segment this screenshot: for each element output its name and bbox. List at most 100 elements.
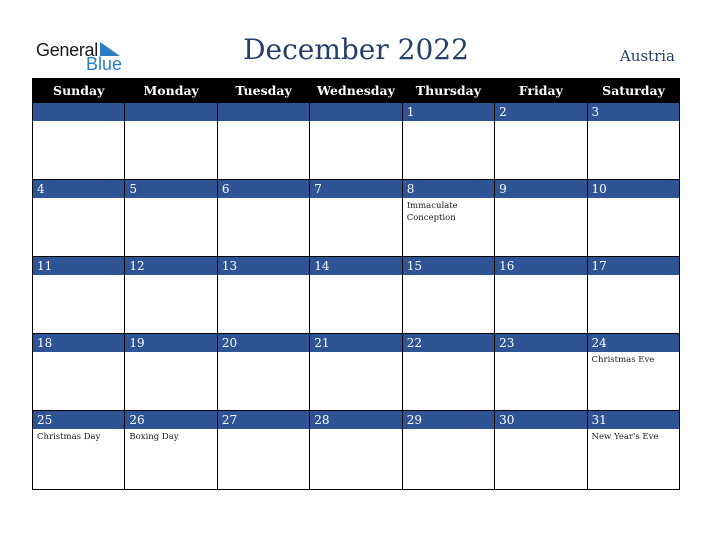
holiday-label xyxy=(218,275,309,279)
day-cell[interactable]: 8 Immaculate Conception xyxy=(401,179,496,257)
holiday-label: New Year's Eve xyxy=(591,432,659,442)
day-number: 12 xyxy=(125,257,217,275)
week-row: 25 Christmas Day 26 Boxing Day 27 28 29 30 31 New… xyxy=(31,410,681,490)
holiday-label xyxy=(33,198,124,202)
holiday-label xyxy=(310,198,401,202)
day-cell[interactable]: 25 Christmas Day xyxy=(31,410,126,490)
day-cell[interactable]: 10 xyxy=(586,179,681,257)
day-number: 17 xyxy=(587,257,679,275)
day-cell[interactable]: 18 xyxy=(31,333,126,411)
country-label: Austria xyxy=(619,47,675,65)
holiday-label xyxy=(403,352,494,356)
holiday-label xyxy=(310,429,401,433)
day-cell[interactable]: 16 xyxy=(494,256,588,334)
day-cell[interactable]: 7 xyxy=(309,179,403,257)
calendar-title: December 2022 xyxy=(243,33,469,66)
day-cell[interactable]: 19 xyxy=(124,333,218,411)
day-number: 9 xyxy=(495,180,587,198)
day-cell[interactable]: 14 xyxy=(309,256,403,334)
day-number: 21 xyxy=(310,334,402,352)
holiday-label xyxy=(218,429,309,433)
calendar-grid: Sunday Monday Tuesday Wednesday Thursday… xyxy=(31,78,681,490)
day-number: 6 xyxy=(217,180,310,198)
day-number: 3 xyxy=(587,103,679,121)
weekday-header: Tuesday xyxy=(216,78,310,103)
day-cell[interactable]: 4 xyxy=(31,179,126,257)
day-number: 13 xyxy=(217,257,310,275)
day-number: 15 xyxy=(402,257,495,275)
day-number: 14 xyxy=(310,257,402,275)
week-row: 4 5 6 7 8 Immaculate Conception 9 10 xyxy=(31,179,681,257)
weekday-header: Friday xyxy=(494,78,588,103)
day-number: 19 xyxy=(125,334,217,352)
day-number: 18 xyxy=(33,334,125,352)
holiday-label xyxy=(310,121,401,125)
day-cell[interactable]: 12 xyxy=(124,256,218,334)
holiday-label xyxy=(125,198,216,202)
day-cell[interactable]: 28 xyxy=(309,410,403,490)
day-cell[interactable]: 3 xyxy=(586,102,681,180)
day-number: 27 xyxy=(217,411,310,429)
holiday-label xyxy=(495,121,586,125)
weekday-header-row: Sunday Monday Tuesday Wednesday Thursday… xyxy=(31,78,680,103)
day-cell[interactable]: 6 xyxy=(216,179,311,257)
weekday-header: Monday xyxy=(124,78,218,103)
holiday-label xyxy=(33,352,124,356)
holiday-label xyxy=(125,275,216,279)
day-cell[interactable]: 31 New Year's Eve xyxy=(586,410,681,490)
holiday-label xyxy=(310,275,401,279)
day-cell[interactable]: 20 xyxy=(216,333,311,411)
weekday-header: Sunday xyxy=(31,78,125,103)
holiday-label: Christmas Eve xyxy=(591,355,655,365)
day-cell[interactable]: 21 xyxy=(309,333,403,411)
day-number xyxy=(125,103,217,121)
holiday-label xyxy=(588,275,679,279)
holiday-label xyxy=(403,429,494,433)
day-cell[interactable]: 24 Christmas Eve xyxy=(586,333,681,411)
day-cell[interactable]: 1 xyxy=(401,102,496,180)
day-number: 22 xyxy=(402,334,495,352)
week-row: 18 19 20 21 22 23 24 Christmas Eve xyxy=(31,333,681,411)
day-cell[interactable] xyxy=(216,102,311,180)
day-cell[interactable]: 11 xyxy=(31,256,126,334)
day-number: 31 xyxy=(587,411,679,429)
holiday-label xyxy=(495,275,586,279)
holiday-label xyxy=(495,352,586,356)
weekday-header: Saturday xyxy=(586,78,680,103)
holiday-label xyxy=(310,352,401,356)
weekday-header: Thursday xyxy=(401,78,495,103)
holiday-label xyxy=(218,352,309,356)
day-number: 20 xyxy=(217,334,310,352)
weekday-header: Wednesday xyxy=(309,78,403,103)
holiday-label: Immaculate Conception xyxy=(406,201,458,223)
day-number xyxy=(310,103,402,121)
day-cell[interactable]: 9 xyxy=(494,179,588,257)
day-cell[interactable]: 5 xyxy=(124,179,218,257)
holiday-label xyxy=(125,121,216,125)
holiday-label xyxy=(33,275,124,279)
holiday-label xyxy=(218,198,309,202)
day-number: 30 xyxy=(495,411,587,429)
day-number: 10 xyxy=(587,180,679,198)
day-cell[interactable]: 29 xyxy=(401,410,496,490)
day-cell[interactable]: 15 xyxy=(401,256,496,334)
day-number: 25 xyxy=(33,411,125,429)
holiday-label xyxy=(403,121,494,125)
day-number: 11 xyxy=(33,257,125,275)
week-row: 11 12 13 14 15 16 17 xyxy=(31,256,681,334)
day-cell[interactable]: 23 xyxy=(494,333,588,411)
day-cell[interactable]: 26 Boxing Day xyxy=(124,410,218,490)
day-cell[interactable]: 17 xyxy=(586,256,681,334)
day-cell[interactable] xyxy=(31,102,126,180)
holiday-label xyxy=(495,198,586,202)
day-cell[interactable]: 2 xyxy=(494,102,588,180)
day-cell[interactable]: 13 xyxy=(216,256,311,334)
holiday-label xyxy=(588,121,679,125)
day-number: 4 xyxy=(33,180,125,198)
day-cell[interactable]: 22 xyxy=(401,333,496,411)
day-cell[interactable] xyxy=(124,102,218,180)
day-cell[interactable]: 30 xyxy=(494,410,588,490)
holiday-label xyxy=(588,198,679,202)
day-cell[interactable] xyxy=(309,102,403,180)
day-cell[interactable]: 27 xyxy=(216,410,311,490)
